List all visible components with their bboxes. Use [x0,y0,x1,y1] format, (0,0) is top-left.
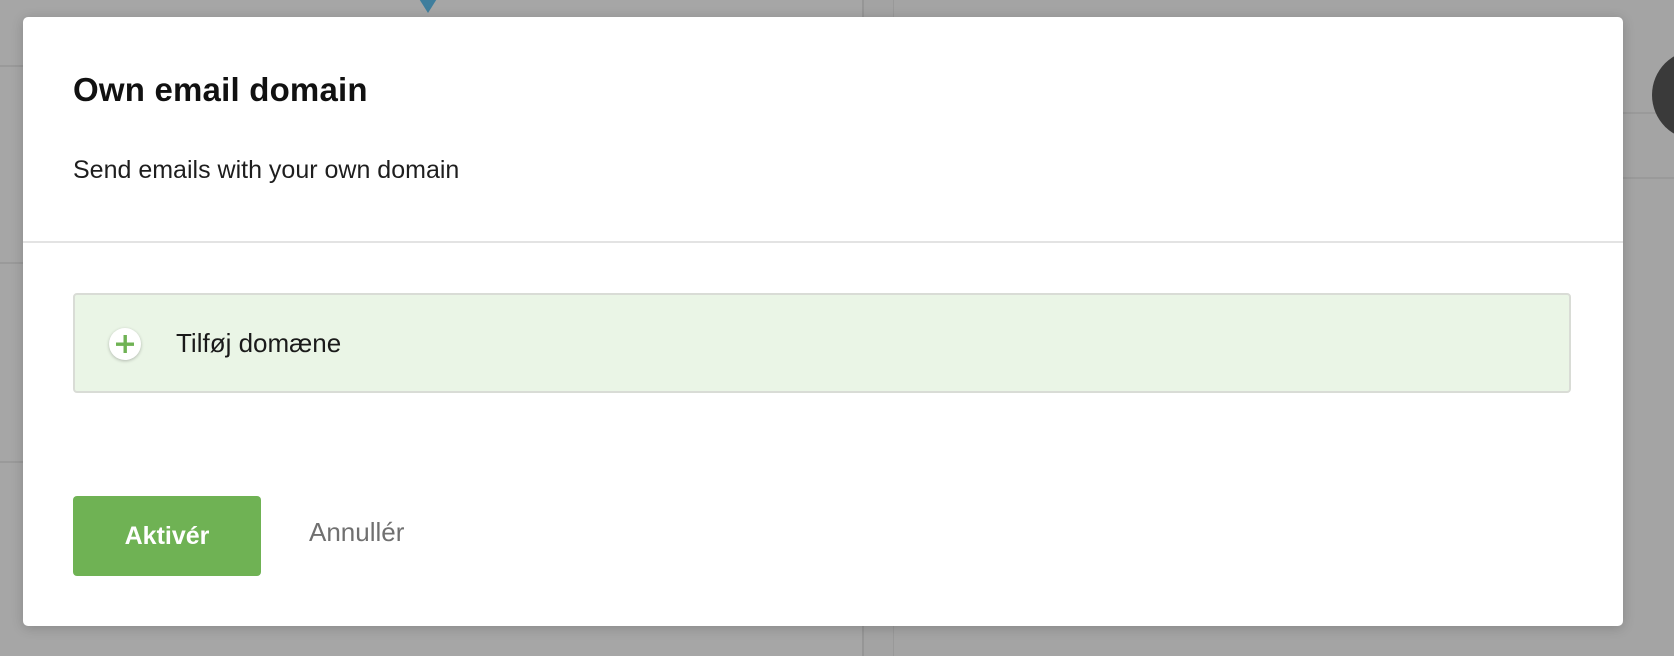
dialog-subtitle: Send emails with your own domain [73,156,460,184]
cancel-button[interactable]: Annullér [309,517,404,548]
dialog-title: Own email domain [73,71,368,108]
plus-icon [109,328,141,360]
own-email-domain-dialog: Own email domain Send emails with your o… [23,17,1623,626]
background-marker-icon [411,0,445,13]
add-domain-button[interactable]: Tilføj domæne [73,293,1571,393]
activate-button[interactable]: Aktivér [73,496,261,576]
dialog-header: Own email domain Send emails with your o… [23,17,1623,243]
add-domain-label: Tilføj domæne [176,328,342,358]
